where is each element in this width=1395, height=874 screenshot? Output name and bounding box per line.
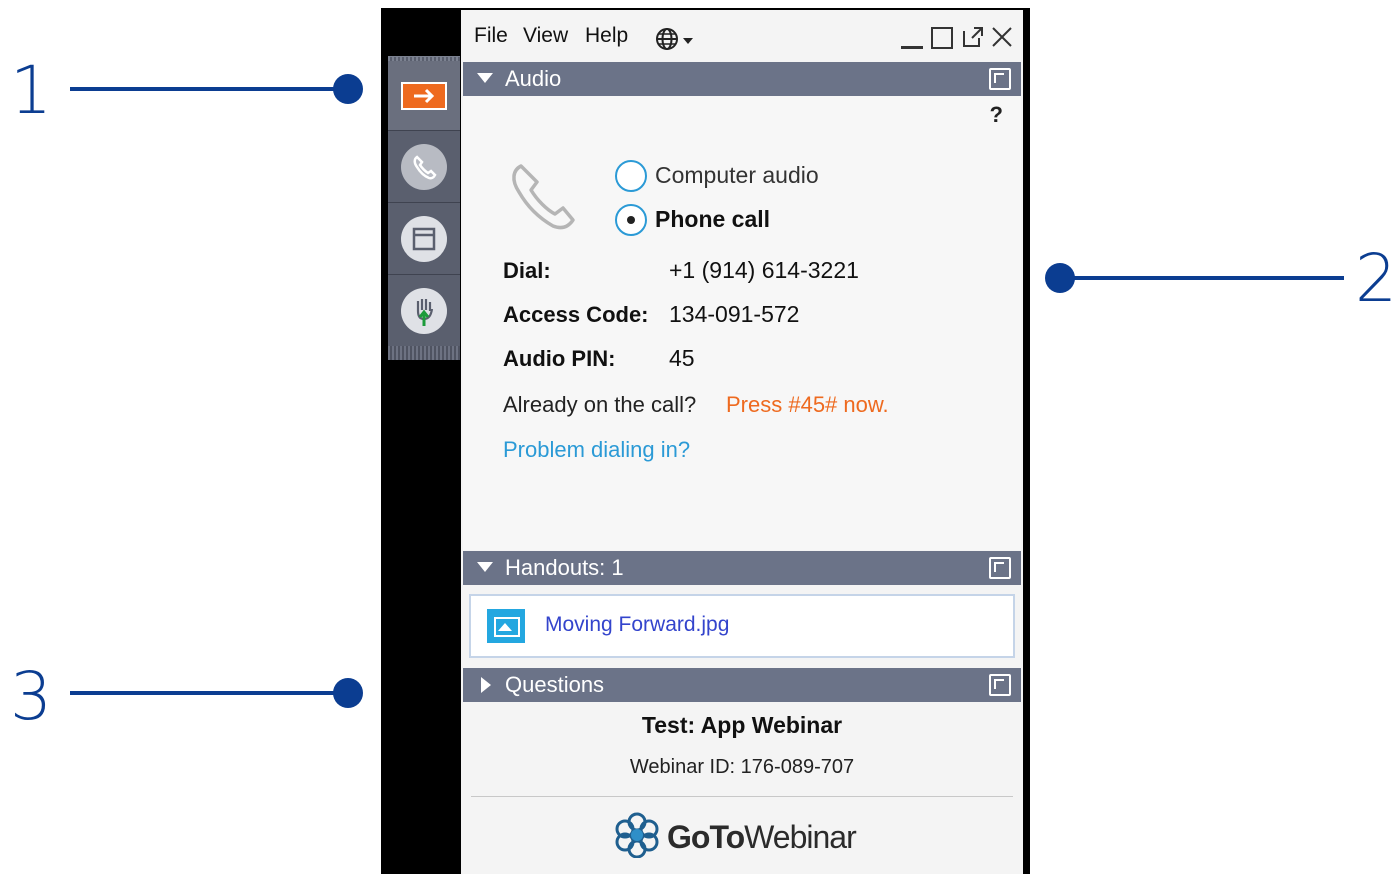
access-code-value: 134-091-572	[669, 301, 800, 327]
flower-logo-icon	[613, 812, 661, 862]
dial-number: +1 (914) 614-3221	[669, 257, 859, 283]
questions-popout-icon[interactable]	[989, 674, 1011, 696]
gotowebinar-logo: GoTo Webinar	[613, 812, 857, 862]
toolbar-window-button[interactable]	[388, 203, 460, 275]
computer-audio-label[interactable]: Computer audio	[655, 162, 819, 189]
dial-label: Dial:	[503, 258, 551, 283]
questions-section-header[interactable]: Questions	[463, 668, 1021, 702]
menu-bar: File View Help	[461, 10, 1023, 62]
access-code-label: Access Code:	[503, 302, 649, 327]
webinar-title: Test: App Webinar	[641, 712, 843, 738]
computer-audio-radio[interactable]	[615, 160, 647, 192]
audio-help-button[interactable]: ?	[990, 102, 1003, 128]
toolbar-audio-button[interactable]	[388, 131, 460, 203]
phone-call-label[interactable]: Phone call	[655, 206, 770, 233]
control-panel: File View Help Audio ? Computer audio Ph…	[461, 10, 1023, 874]
handout-file-link[interactable]: Moving Forward.jpg	[545, 613, 729, 637]
footer-divider	[471, 796, 1013, 797]
globe-icon[interactable]	[655, 26, 697, 56]
toolbar-raise-hand-button[interactable]	[388, 275, 460, 347]
audio-section-header[interactable]: Audio	[463, 62, 1021, 96]
questions-header-label: Questions	[505, 672, 605, 697]
logo-text-goto: GoTo	[667, 818, 745, 855]
audio-pin-value: 45	[669, 345, 695, 371]
toolbar-collapse-button[interactable]	[388, 61, 460, 131]
logo-text-webinar: Webinar	[744, 818, 857, 855]
arrow-right-icon	[401, 81, 447, 110]
phone-large-icon	[503, 156, 583, 240]
raise-hand-icon	[401, 287, 447, 334]
callout-dot-3	[333, 678, 363, 708]
callout-line-1	[70, 87, 350, 91]
maximize-icon[interactable]	[931, 27, 953, 49]
audio-popout-icon[interactable]	[989, 68, 1011, 90]
callout-dot-2	[1045, 263, 1075, 293]
window-icon	[401, 215, 447, 262]
audio-pin-label: Audio PIN:	[503, 346, 616, 371]
phone-icon	[401, 143, 447, 190]
problem-dialing-link[interactable]: Problem dialing in?	[503, 437, 690, 463]
collapse-triangle-icon	[477, 562, 493, 572]
handouts-header-label: Handouts: 1	[505, 555, 624, 580]
callout-line-3	[70, 691, 350, 695]
callout-line-2	[1060, 276, 1344, 280]
press-code-text: Press #45# now.	[726, 392, 889, 417]
webinar-id: Webinar ID: 176-089-707	[629, 756, 855, 778]
close-icon[interactable]	[991, 26, 1013, 52]
audio-header-label: Audio	[505, 66, 562, 91]
handouts-popout-icon[interactable]	[989, 557, 1011, 579]
callout-number-1: 1	[10, 52, 52, 129]
callout-number-3: 3	[10, 658, 52, 735]
minimize-icon[interactable]	[901, 46, 923, 49]
menu-help[interactable]: Help	[585, 24, 628, 48]
webinar-footer: Test: App Webinar Webinar ID: 176-089-70…	[463, 702, 1021, 874]
menu-view[interactable]: View	[523, 24, 568, 48]
audio-panel-body: ? Computer audio Phone call Dial: +1 (91…	[463, 96, 1021, 550]
collapse-triangle-icon	[477, 73, 493, 83]
handouts-section-header[interactable]: Handouts: 1	[463, 551, 1021, 585]
phone-call-radio[interactable]	[615, 204, 647, 236]
handout-item[interactable]: Moving Forward.jpg	[469, 594, 1015, 658]
image-file-icon	[487, 609, 525, 643]
callout-number-2: 2	[1355, 240, 1395, 317]
menu-file[interactable]: File	[474, 24, 508, 48]
already-on-call-text: Already on the call?	[503, 392, 697, 417]
popout-icon[interactable]	[961, 25, 985, 53]
expand-triangle-icon	[481, 677, 491, 693]
toolbar-grip-bottom[interactable]	[388, 346, 460, 360]
control-toolbar	[388, 56, 460, 360]
callout-dot-1	[333, 74, 363, 104]
